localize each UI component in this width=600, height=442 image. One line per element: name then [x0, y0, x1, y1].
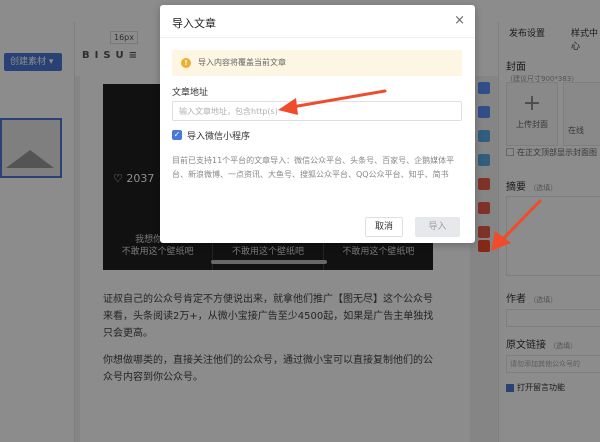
mini-program-label: 导入微信小程序 — [187, 132, 251, 142]
mini-program-checkbox[interactable]: ✓ — [172, 130, 182, 140]
warning-banner: ! 导入内容将覆盖当前文章 — [172, 50, 462, 76]
cancel-button[interactable]: 取消 — [365, 217, 403, 237]
import-button[interactable]: 导入 — [415, 217, 460, 237]
warning-icon: ! — [181, 58, 191, 68]
article-url-label: 文章地址 — [172, 88, 209, 98]
close-icon[interactable]: × — [454, 13, 465, 28]
dialog-title: 导入文章 — [172, 17, 216, 30]
import-article-dialog: 导入文章 × ! 导入内容将覆盖当前文章 文章地址 ✓ 导入微信小程序 目前已支… — [160, 5, 475, 243]
arrow-to-url-input — [278, 89, 387, 115]
warning-text: 导入内容将覆盖当前文章 — [198, 58, 286, 67]
supported-platforms-text: 目前已支持11个平台的文章导入：微信公众平台、头条号、百家号、企鹅媒体平台、新浪… — [172, 156, 455, 179]
dialog-divider — [160, 37, 475, 38]
arrow-to-import-icon — [491, 199, 542, 251]
